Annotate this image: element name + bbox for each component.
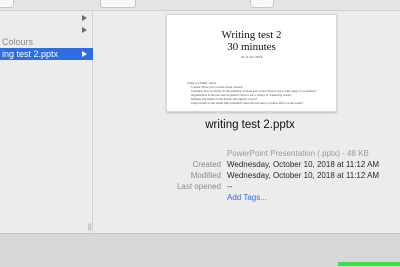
last-opened-value: -- — [227, 182, 233, 191]
sidebar-item-colours[interactable]: Colours — [0, 36, 94, 48]
arrange-button[interactable] — [100, 0, 136, 8]
slide-bullet: Target reader: Is the reader fully infor… — [191, 101, 304, 105]
modified-label: Modified — [190, 171, 221, 180]
created-value: Wednesday, October 10, 2018 at 11:12 AM — [227, 160, 380, 169]
window-toolbar — [0, 0, 400, 11]
slide-subtitle: 30 minutes — [227, 41, 276, 53]
chevron-right-icon — [82, 15, 87, 21]
slide-date: 10-11 Oct 2018 — [240, 55, 263, 59]
sidebar-row[interactable] — [0, 12, 94, 24]
sidebar-row[interactable] — [0, 24, 94, 36]
last-opened-label: Last opened — [176, 182, 221, 191]
sidebar-row-label: ing test 2.pptx — [2, 49, 59, 59]
modified-value: Wednesday, October 10, 2018 at 11:12 AM — [227, 171, 380, 180]
created-label: Created — [192, 160, 221, 169]
sidebar-column: Colours ing test 2.pptx — [0, 11, 94, 233]
chevron-right-icon — [82, 27, 87, 33]
progress-highlight — [338, 262, 400, 266]
file-name: writing test 2.pptx — [205, 119, 295, 131]
file-kind-size: PowerPoint Presentation (.pptx) - 48 KB — [227, 149, 369, 158]
add-tags-link[interactable]: Add Tags... — [227, 193, 267, 202]
sidebar-item-selected-file[interactable]: ing test 2.pptx — [0, 48, 94, 60]
file-thumbnail[interactable]: Writing test 2 30 minutes 10-11 Oct 2018… — [166, 14, 337, 112]
view-button[interactable] — [0, 0, 14, 8]
chevron-right-icon — [82, 51, 87, 57]
slide-title: Writing test 2 — [221, 29, 282, 41]
share-button[interactable] — [250, 0, 274, 8]
sidebar-row-label: Colours — [2, 37, 34, 47]
